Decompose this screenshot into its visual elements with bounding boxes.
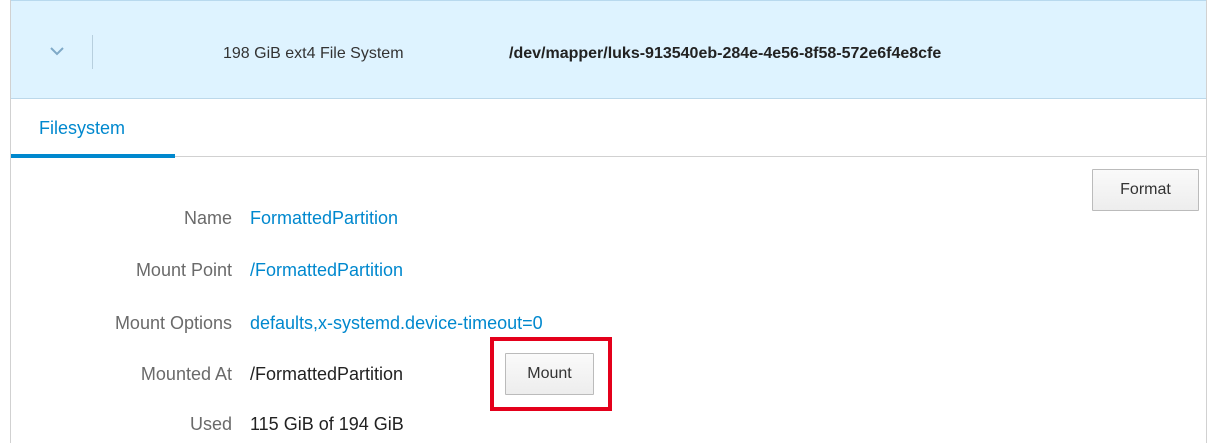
mounted-at-label: Mounted At — [140, 364, 232, 384]
filesystem-panel: 198 GiB ext4 File System /dev/mapper/luk… — [10, 0, 1207, 443]
mount-options-link[interactable]: defaults,x-systemd.device-timeout=0 — [250, 313, 543, 334]
format-button[interactable]: Format — [1092, 169, 1199, 211]
chevron-down-icon[interactable] — [45, 39, 69, 63]
active-tab-indicator — [11, 154, 175, 158]
tab-filesystem-label: Filesystem — [39, 118, 126, 138]
used-label: Used — [189, 414, 232, 434]
mount-button[interactable]: Mount — [505, 353, 594, 395]
header-divider — [92, 35, 93, 69]
device-path: /dev/mapper/luks-913540eb-284e-4e56-8f58… — [509, 45, 942, 62]
mount-point-link[interactable]: /FormattedPartition — [250, 260, 403, 281]
tab-bar: Filesystem — [11, 100, 1206, 158]
tab-filesystem[interactable]: Filesystem — [11, 100, 175, 158]
name-link[interactable]: FormattedPartition — [250, 208, 398, 229]
name-label: Name — [183, 208, 232, 228]
mount-point-label: Mount Point — [135, 260, 232, 280]
mounted-at-value: /FormattedPartition — [250, 364, 404, 384]
filesystem-row-header[interactable]: 198 GiB ext4 File System /dev/mapper/luk… — [11, 0, 1206, 99]
filesystem-description: 198 GiB ext4 File System — [223, 45, 404, 62]
mount-options-label: Mount Options — [114, 313, 232, 333]
used-value: 115 GiB of 194 GiB — [250, 414, 404, 434]
